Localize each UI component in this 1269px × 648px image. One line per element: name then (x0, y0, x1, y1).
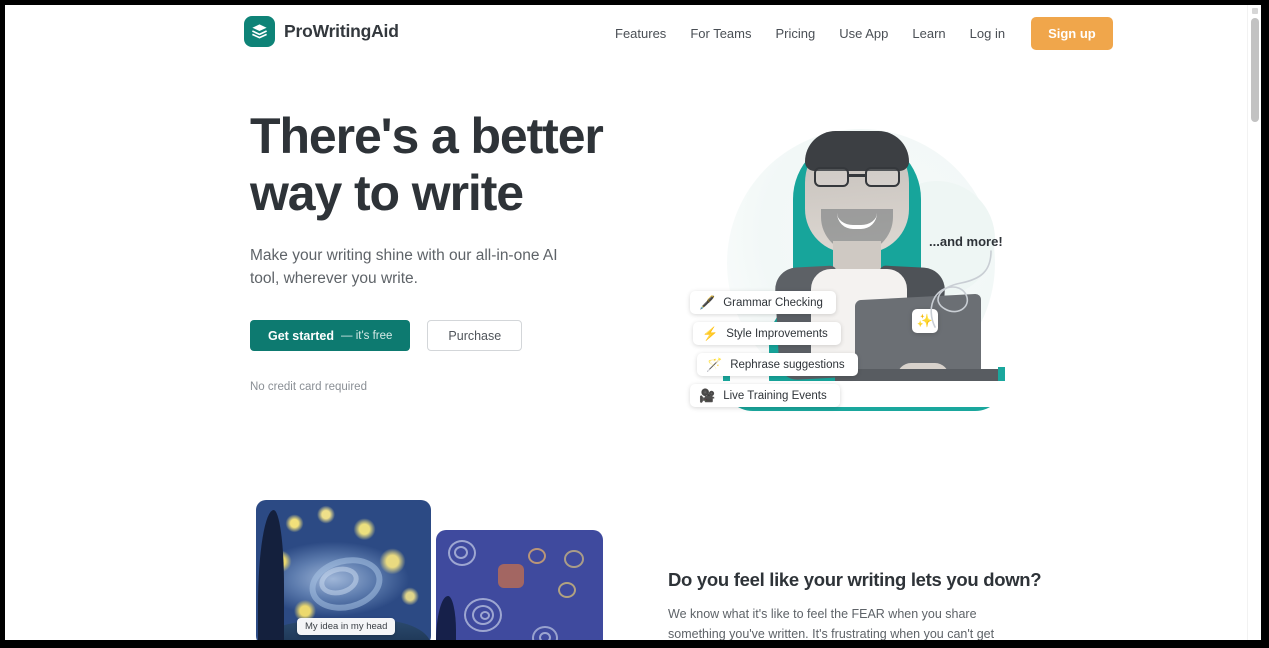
no-credit-card-note: No credit card required (250, 381, 367, 393)
spiral-shape (564, 550, 584, 568)
nav-item-features[interactable]: Features (603, 20, 678, 47)
image-caption: My idea in my head (297, 618, 396, 635)
browser-window: ProWritingAid Features For Teams Pricing… (0, 0, 1269, 648)
glasses-bridge (849, 174, 865, 177)
section-copy: Do you feel like your writing lets you d… (668, 569, 1042, 640)
feature-chip-rephrase-suggestions: 🪄 Rephrase suggestions (697, 353, 858, 376)
glasses-icon (814, 167, 900, 187)
scrollbar-up-marker[interactable] (1252, 8, 1258, 14)
spiral-shape (539, 632, 551, 640)
person-hair (805, 131, 909, 171)
nav-item-use-app[interactable]: Use App (827, 20, 900, 47)
window-bottom-edge (0, 640, 1269, 648)
cypress-tree-shape (258, 510, 284, 640)
hero-subtitle: Make your writing shine with our all-in-… (250, 247, 558, 287)
nav-item-log-in[interactable]: Log in (958, 20, 1017, 47)
sign-up-button[interactable]: Sign up (1031, 16, 1113, 50)
magic-wand-icon: 🪄 (706, 357, 723, 372)
writing-lets-you-down-section: My idea in my head Do you feel like your… (5, 481, 1247, 640)
nav-item-learn[interactable]: Learn (900, 20, 957, 47)
feature-chip-label: Grammar Checking (723, 296, 823, 309)
feature-chip-label: Style Improvements (726, 327, 828, 340)
page-title: There's a better way to write (250, 108, 620, 222)
before-after-illustration: My idea in my head (250, 500, 603, 640)
web-page: ProWritingAid Features For Teams Pricing… (5, 5, 1247, 640)
hero-copy: There's a better way to write Make your … (250, 108, 620, 393)
hero-cta-group: Get started — it's free Purchase (250, 320, 620, 351)
main-navigation: Features For Teams Pricing Use App Learn… (603, 5, 1113, 61)
glasses-lens-left (814, 167, 849, 187)
quill-pen-icon: 🖋️ (699, 295, 716, 310)
spiral-shape (558, 582, 576, 598)
sketch-panel (436, 530, 603, 640)
purchase-button[interactable]: Purchase (427, 320, 523, 351)
spiral-shape (480, 611, 490, 620)
hero-illustration: ✨ ...and more! 🖋️ Grammar Checking ⚡ Sty… (665, 101, 1035, 441)
cypress-tree-shape (436, 596, 456, 640)
hero-title-line-1: There's a better (250, 108, 604, 164)
section-body-text: We know what it's like to feel the FEAR … (668, 607, 995, 640)
window-right-edge (1261, 5, 1269, 640)
get-started-label: Get started (268, 328, 334, 343)
feature-chip-style-improvements: ⚡ Style Improvements (693, 322, 841, 345)
nav-item-pricing[interactable]: Pricing (763, 20, 827, 47)
feature-chip-live-training-events: 🎥 Live Training Events (690, 384, 840, 407)
hero-section: There's a better way to write Make your … (5, 61, 1247, 481)
video-camera-icon: 🎥 (699, 388, 716, 403)
and-more-label: ...and more! (929, 234, 1003, 249)
feature-chip-label: Live Training Events (723, 389, 827, 402)
orange-blob-shape (498, 564, 524, 588)
hero-title-line-2: way to write (250, 165, 524, 221)
spiral-shape (528, 548, 546, 564)
get-started-suffix: — it's free (341, 329, 393, 342)
lightning-bolt-icon: ⚡ (702, 326, 719, 341)
spiral-shape (454, 546, 468, 559)
site-header: ProWritingAid Features For Teams Pricing… (5, 5, 1247, 61)
stacked-pages-logo-icon (244, 16, 275, 47)
feature-chip-grammar-checking: 🖋️ Grammar Checking (690, 291, 836, 314)
feature-chip-label: Rephrase suggestions (730, 358, 845, 371)
brand-name: ProWritingAid (284, 21, 399, 41)
page-viewport: ProWritingAid Features For Teams Pricing… (5, 5, 1261, 640)
get-started-button[interactable]: Get started — it's free (250, 320, 411, 351)
nav-item-for-teams[interactable]: For Teams (678, 20, 763, 47)
section-heading: Do you feel like your writing lets you d… (668, 569, 1042, 590)
glasses-lens-right (865, 167, 900, 187)
brand-logo-link[interactable]: ProWritingAid (244, 16, 399, 47)
lasso-curve-icon (930, 250, 992, 328)
vertical-scrollbar[interactable] (1247, 5, 1261, 640)
scrollbar-thumb[interactable] (1251, 18, 1259, 122)
